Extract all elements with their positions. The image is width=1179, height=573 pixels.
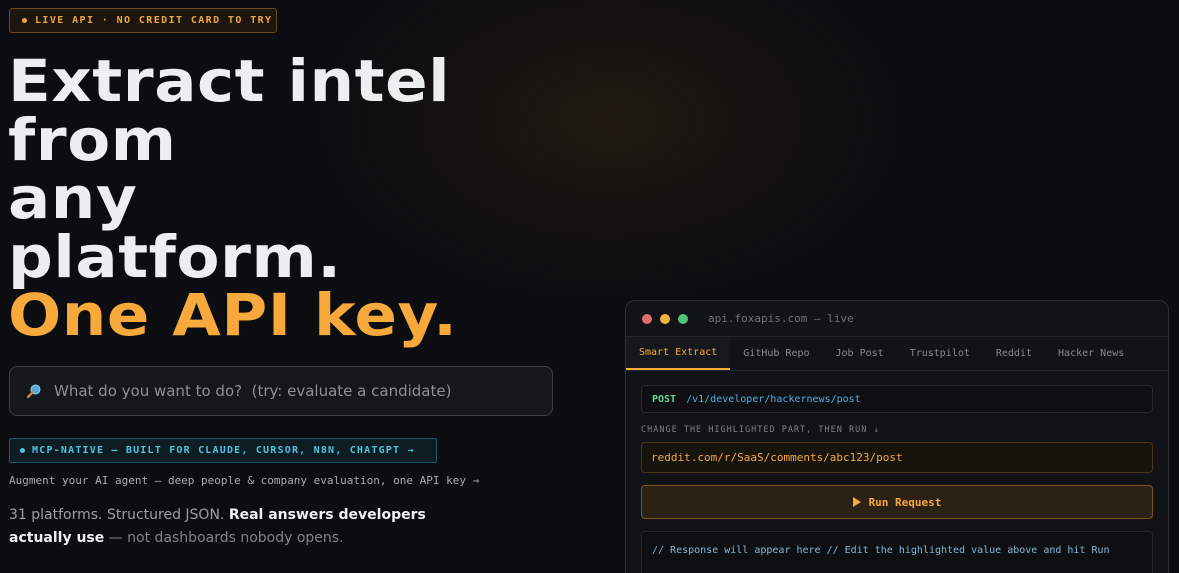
close-light-icon <box>642 313 652 324</box>
play-icon <box>852 497 861 507</box>
hero-line-accent: One API key. <box>8 281 458 349</box>
endpoint-tabs: Smart Extract GitHub Repo Job Post Trust… <box>626 337 1168 371</box>
augment-link[interactable]: Augment your AI agent — deep people & co… <box>9 474 479 487</box>
terminal-titlebar: api.foxapis.com — live <box>626 301 1168 337</box>
live-api-badge: LIVE API · NO CREDIT CARD TO TRY <box>9 8 277 33</box>
run-request-button[interactable]: Run Request <box>641 485 1153 519</box>
hero-line-1: Extract intel <box>8 47 451 115</box>
target-url-input[interactable]: reddit.com/r/SaaS/comments/abc123/post <box>641 442 1153 473</box>
tagline-part-2: — not dashboards nobody opens. <box>104 530 344 546</box>
live-api-badge-text: LIVE API · NO CREDIT CARD TO TRY <box>35 15 273 26</box>
hero-headline: Extract intel from any platform. One API… <box>8 52 457 345</box>
mcp-native-text: MCP-NATIVE — BUILT FOR CLAUDE, CURSOR, N… <box>32 445 415 456</box>
tab-job-post[interactable]: Job Post <box>823 337 897 370</box>
hero-line-4: platform. <box>8 222 342 291</box>
edit-hint: CHANGE THE HIGHLIGHTED PART, THEN RUN ↓ <box>641 425 880 435</box>
response-panel: // Response will appear here // Edit the… <box>641 531 1153 573</box>
tagline-strong-1: Real answers developers <box>228 507 426 523</box>
tab-github-repo[interactable]: GitHub Repo <box>730 337 822 370</box>
search-input[interactable] <box>54 382 552 400</box>
status-dot-icon <box>22 18 27 23</box>
endpoint-line: POST /v1/developer/hackernews/post <box>641 385 1153 413</box>
endpoint-path: /v1/developer/hackernews/post <box>686 393 861 405</box>
maximize-light-icon <box>678 313 688 324</box>
run-request-label: Run Request <box>868 495 942 509</box>
tagline-part-1: 31 platforms. Structured JSON. <box>9 507 229 523</box>
hero-line-2: from <box>8 105 177 174</box>
tagline-strong-2: actually use <box>9 530 105 546</box>
magnifier-icon <box>26 383 42 399</box>
tab-trustpilot[interactable]: Trustpilot <box>897 337 983 370</box>
terminal-title: api.foxapis.com — live <box>708 312 854 325</box>
search-box[interactable] <box>9 366 553 416</box>
http-method: POST <box>652 393 677 405</box>
tagline: 31 platforms. Structured JSON. Real answ… <box>9 504 429 550</box>
mcp-native-badge[interactable]: MCP-NATIVE — BUILT FOR CLAUDE, CURSOR, N… <box>9 438 437 463</box>
tab-hacker-news[interactable]: Hacker News <box>1045 337 1137 370</box>
minimize-light-icon <box>660 313 670 324</box>
mcp-dot-icon <box>20 448 25 453</box>
api-terminal-card: api.foxapis.com — live Smart Extract Git… <box>625 300 1169 573</box>
tab-smart-extract[interactable]: Smart Extract <box>626 337 731 370</box>
hero-line-3: any <box>8 164 138 232</box>
tab-reddit[interactable]: Reddit <box>983 337 1045 370</box>
